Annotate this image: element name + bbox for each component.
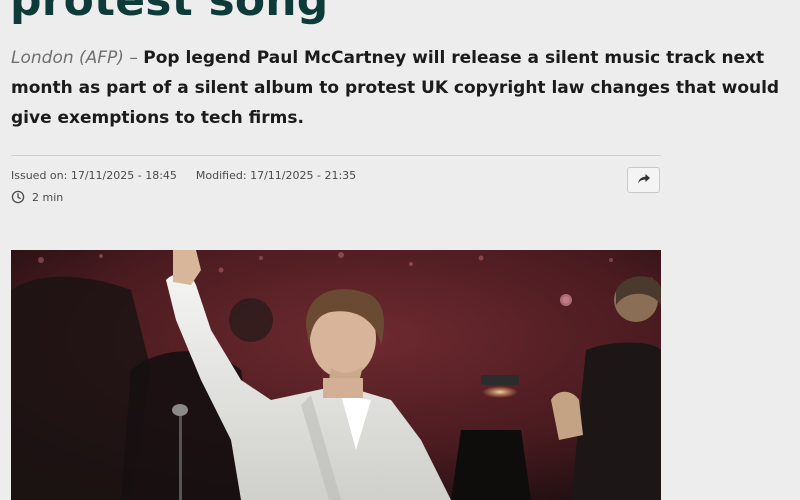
article-headline: protest song	[10, 0, 329, 26]
article-lead: London (AFP) – Pop legend Paul McCartney…	[11, 43, 781, 133]
issued-label: Issued on:	[11, 169, 68, 182]
article-photo	[11, 250, 661, 500]
divider	[11, 155, 661, 156]
dateline-separator: –	[123, 48, 144, 68]
share-arrow-icon	[636, 171, 652, 190]
issued-date: 17/11/2025 - 18:45	[70, 169, 177, 182]
clock-icon	[11, 190, 25, 204]
modified-date: 17/11/2025 - 21:35	[250, 169, 357, 182]
read-time-label: 2 min	[32, 190, 64, 204]
publication-meta: Issued on: 17/11/2025 - 18:45 Modified: …	[11, 169, 356, 182]
share-button[interactable]	[627, 167, 660, 193]
dateline: London (AFP)	[11, 48, 124, 68]
modified-label: Modified:	[195, 169, 247, 182]
article-page: protest song London (AFP) – Pop legend P…	[0, 0, 800, 500]
read-time: 2 min	[11, 190, 63, 204]
